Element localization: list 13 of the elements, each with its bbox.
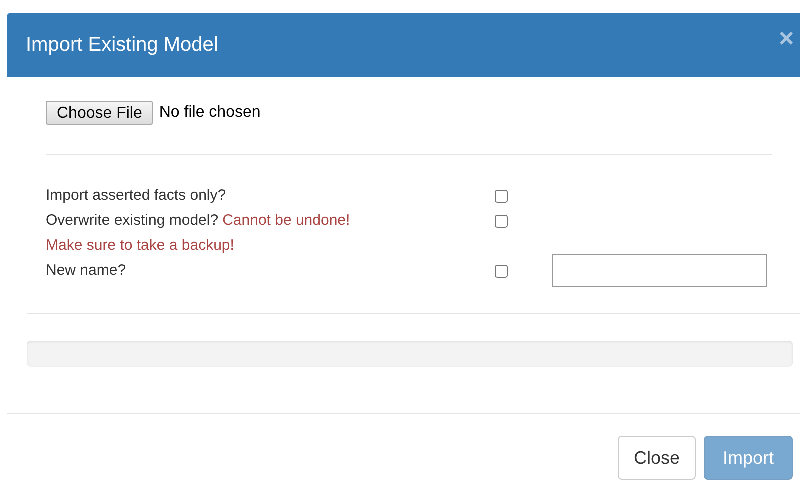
checkbox[interactable] — [495, 215, 508, 228]
name-field[interactable] — [552, 254, 767, 287]
file-status: No file chosen — [159, 103, 261, 123]
dialog-title: Import Existing Model — [26, 33, 218, 58]
option-label: Import asserted facts only? — [46, 186, 226, 206]
option-label: Overwrite existing model? — [46, 211, 219, 231]
warning-text: Make sure to take a backup! — [46, 236, 236, 256]
choose-file-button[interactable]: Choose File — [46, 101, 154, 125]
close-button[interactable]: Close — [618, 436, 696, 480]
checkbox[interactable] — [495, 265, 508, 278]
option-label: New name? — [46, 261, 126, 281]
warning-text: Cannot be undone! — [222, 211, 350, 231]
checkbox[interactable] — [495, 190, 508, 203]
